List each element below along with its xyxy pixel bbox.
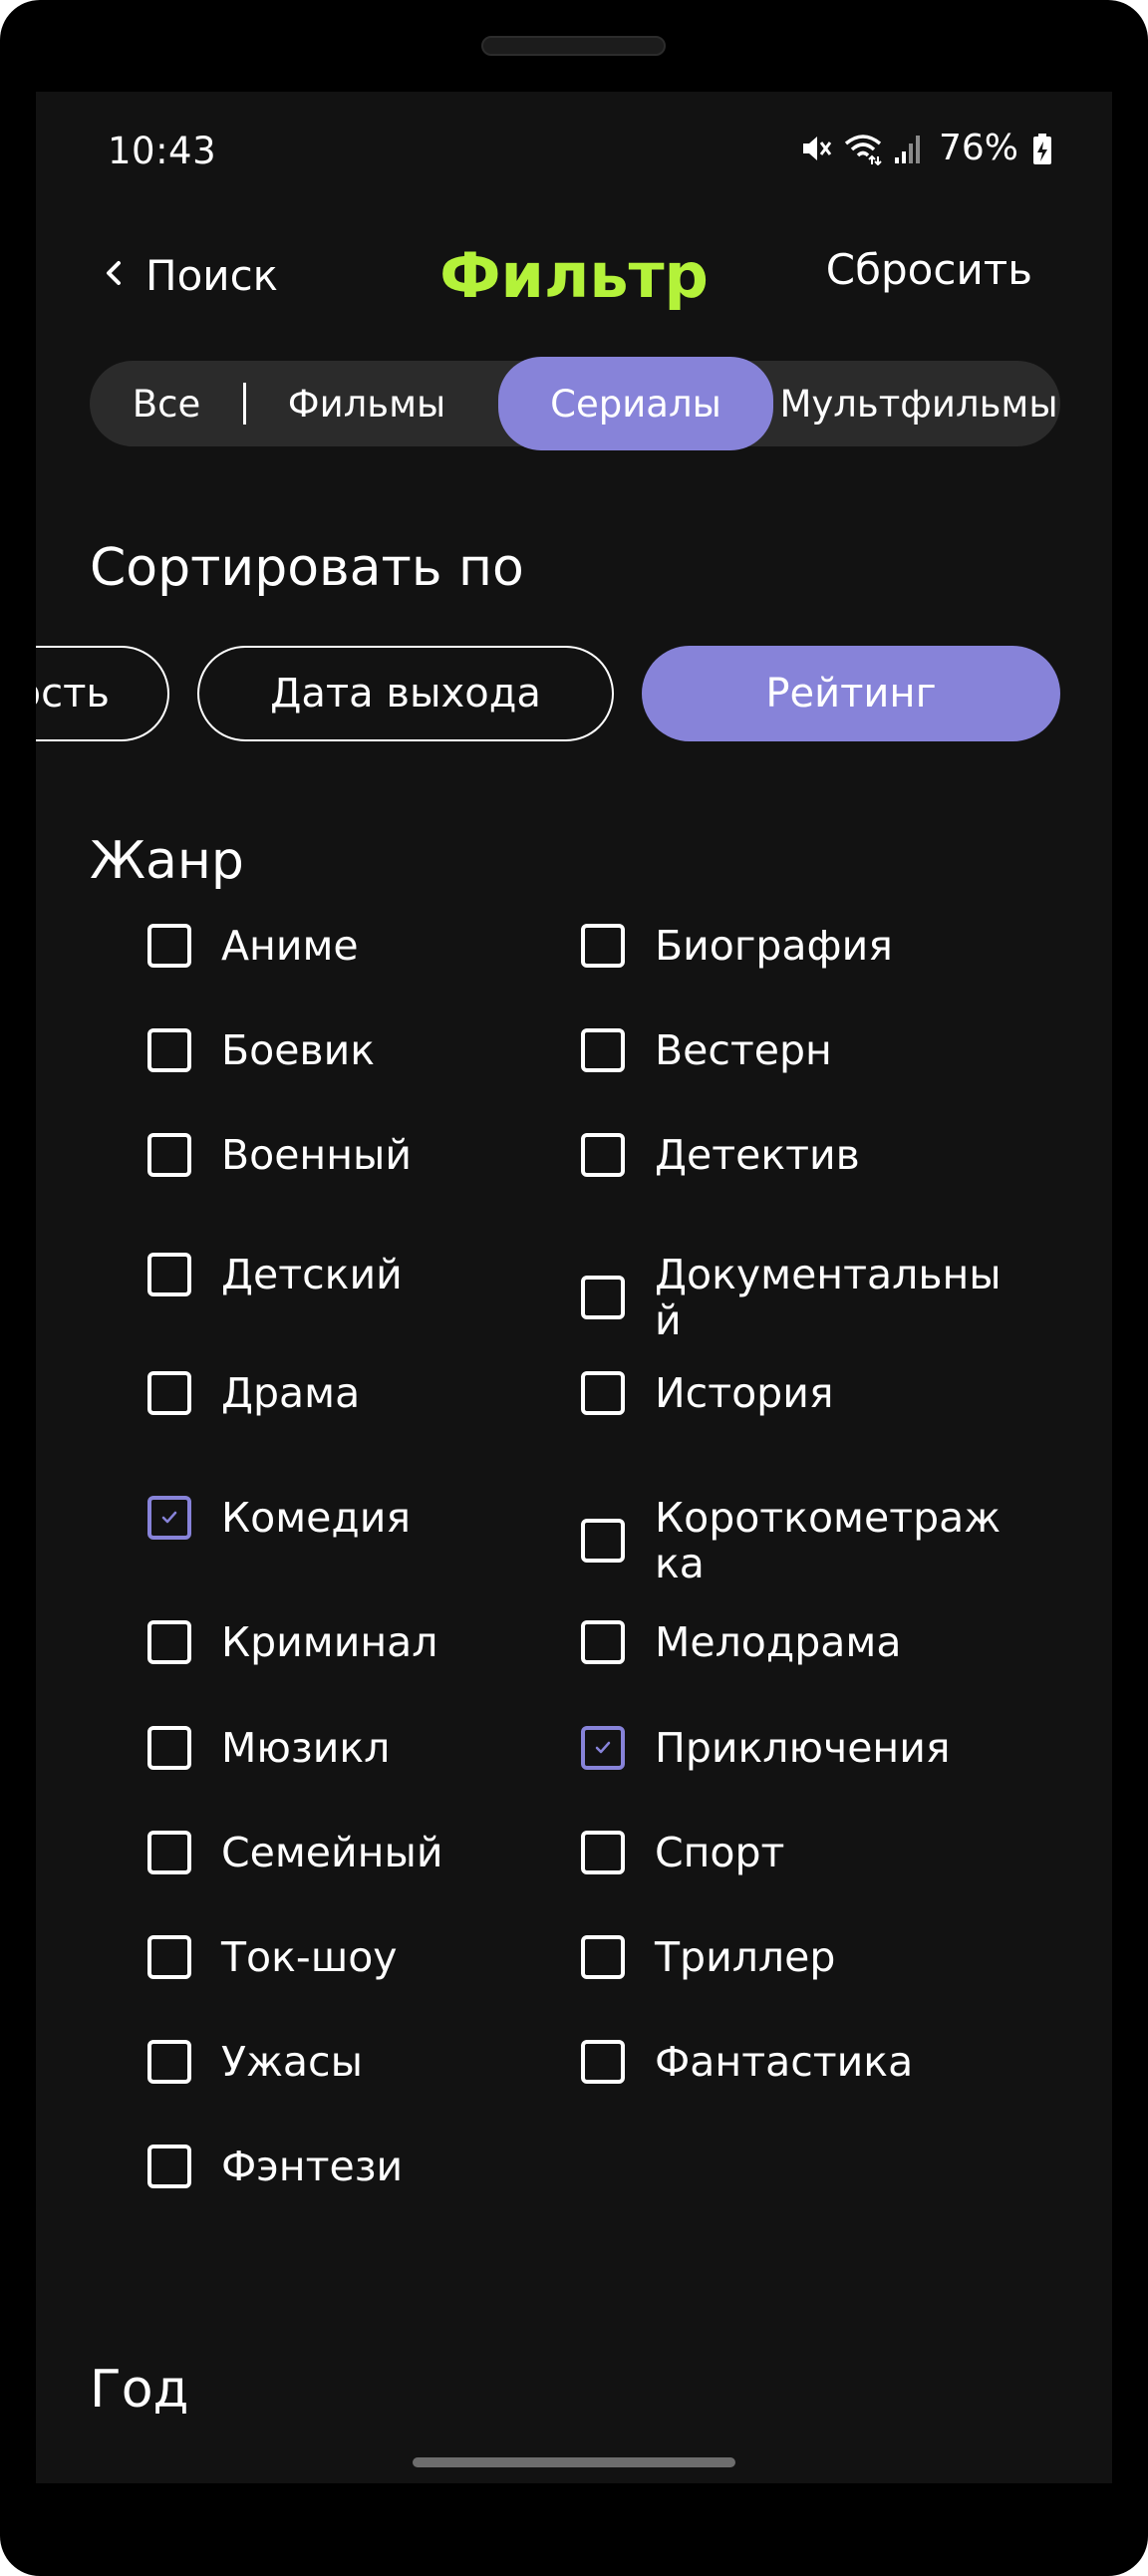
checkbox[interactable] — [147, 1935, 191, 1979]
sort-chip-popularity[interactable]: ость — [36, 646, 169, 741]
sort-section-title: Сортировать по — [90, 538, 524, 598]
status-icons: 76% — [799, 128, 1052, 168]
checkmark-icon — [161, 1511, 177, 1524]
genre-label: Детектив — [655, 1131, 860, 1179]
checkbox[interactable] — [147, 1133, 191, 1177]
checkbox[interactable] — [147, 2040, 191, 2084]
genre-label: Ужасы — [221, 2038, 363, 2086]
checkbox[interactable] — [581, 924, 625, 968]
checkmark-icon — [595, 1741, 611, 1754]
year-section-title: Год — [90, 2360, 189, 2420]
checkbox[interactable] — [147, 1620, 191, 1664]
tab-all[interactable]: Все — [90, 361, 243, 446]
genre-option[interactable]: Драма — [147, 1370, 580, 1416]
mute-icon — [799, 132, 833, 165]
reset-button[interactable]: Сбросить — [826, 245, 1032, 294]
genre-label: Мюзикл — [221, 1724, 391, 1772]
checkbox[interactable] — [581, 1371, 625, 1415]
genre-label: Боевик — [221, 1026, 376, 1074]
genre-option[interactable]: Фэнтези — [147, 2144, 580, 2189]
genre-label: Триллер — [655, 1933, 836, 1981]
genre-label: Ток-шоу — [221, 1933, 398, 1981]
genre-label: Биография — [655, 922, 893, 970]
genre-option[interactable]: Короткометражка — [581, 1495, 1004, 1586]
signal-icon — [893, 132, 923, 165]
checkbox-checked[interactable] — [147, 1496, 191, 1540]
genre-label: Спорт — [655, 1829, 785, 1876]
checkbox[interactable] — [147, 1371, 191, 1415]
filter-screen: 10:43 76% Поиск Фильтр Сбросить Все Филь… — [36, 92, 1112, 2483]
status-time: 10:43 — [108, 130, 217, 172]
checkbox[interactable] — [581, 1133, 625, 1177]
tab-series[interactable]: Сериалы — [498, 357, 773, 450]
phone-frame: 10:43 76% Поиск Фильтр Сбросить Все Филь… — [0, 0, 1148, 2576]
genre-label: Фэнтези — [221, 2143, 404, 2190]
genre-option[interactable]: Боевик — [147, 1027, 580, 1073]
content-type-tabs: Все Фильмы Сериалы Мультфильмы — [90, 357, 1060, 450]
genre-option[interactable]: Ужасы — [147, 2039, 580, 2085]
checkbox[interactable] — [581, 1276, 625, 1319]
checkbox[interactable] — [147, 2145, 191, 2188]
genre-label: Драма — [221, 1369, 361, 1417]
genre-option[interactable]: Детектив — [581, 1132, 1004, 1178]
genre-option[interactable]: Комедия — [147, 1495, 580, 1541]
home-indicator[interactable] — [413, 2457, 735, 2467]
tab-divider — [243, 383, 246, 425]
genre-label: Фантастика — [655, 2038, 914, 2086]
genre-label: Военный — [221, 1131, 413, 1179]
sort-chip-release-date[interactable]: Дата выхода — [197, 646, 614, 741]
checkbox[interactable] — [581, 1620, 625, 1664]
genre-label: История — [655, 1369, 834, 1417]
genre-option[interactable]: Детский — [147, 1252, 580, 1297]
genre-option[interactable]: Вестерн — [581, 1027, 1004, 1073]
genre-section-title: Жанр — [90, 831, 244, 891]
genre-option[interactable]: Документальный — [581, 1252, 1004, 1343]
genre-label: Вестерн — [655, 1026, 832, 1074]
genre-option[interactable]: Семейный — [147, 1830, 580, 1875]
genre-label: Короткометражка — [655, 1494, 1002, 1587]
genre-option[interactable]: Криминал — [147, 1619, 580, 1665]
genre-option[interactable]: Биография — [581, 923, 1004, 969]
battery-level: 76% — [938, 128, 1018, 168]
checkbox[interactable] — [581, 1519, 625, 1563]
checkbox[interactable] — [147, 1253, 191, 1296]
genre-option[interactable]: Приключения — [581, 1725, 1004, 1771]
battery-charging-icon — [1032, 132, 1052, 165]
genre-option[interactable]: Аниме — [147, 923, 580, 969]
genre-label: Криминал — [221, 1618, 438, 1666]
genre-label: Приключения — [655, 1724, 951, 1772]
checkbox[interactable] — [581, 1028, 625, 1072]
checkbox[interactable] — [581, 2040, 625, 2084]
genre-option[interactable]: История — [581, 1370, 1004, 1416]
genre-label: Аниме — [221, 922, 359, 970]
genre-option[interactable]: Триллер — [581, 1934, 1004, 1980]
genre-option[interactable]: Мелодрама — [581, 1619, 1004, 1665]
checkbox[interactable] — [147, 1726, 191, 1770]
checkbox[interactable] — [581, 1831, 625, 1874]
tab-cartoons[interactable]: Мультфильмы — [777, 361, 1060, 446]
checkbox[interactable] — [147, 1028, 191, 1072]
checkbox-checked[interactable] — [581, 1726, 625, 1770]
tab-movies[interactable]: Фильмы — [249, 361, 484, 446]
checkbox[interactable] — [147, 924, 191, 968]
earpiece-speaker — [481, 36, 666, 56]
genre-option[interactable]: Военный — [147, 1132, 580, 1178]
genre-label: Документальный — [655, 1251, 1002, 1344]
genre-label: Комедия — [221, 1494, 412, 1542]
sort-chip-rating[interactable]: Рейтинг — [642, 646, 1060, 741]
genre-label: Детский — [221, 1251, 403, 1298]
wifi-icon — [843, 132, 883, 165]
genre-label: Семейный — [221, 1829, 443, 1876]
genre-label: Мелодрама — [655, 1618, 902, 1666]
genre-option[interactable]: Мюзикл — [147, 1725, 580, 1771]
genre-option[interactable]: Спорт — [581, 1830, 1004, 1875]
genre-option[interactable]: Фантастика — [581, 2039, 1004, 2085]
checkbox[interactable] — [147, 1831, 191, 1874]
genre-option[interactable]: Ток-шоу — [147, 1934, 580, 1980]
checkbox[interactable] — [581, 1935, 625, 1979]
